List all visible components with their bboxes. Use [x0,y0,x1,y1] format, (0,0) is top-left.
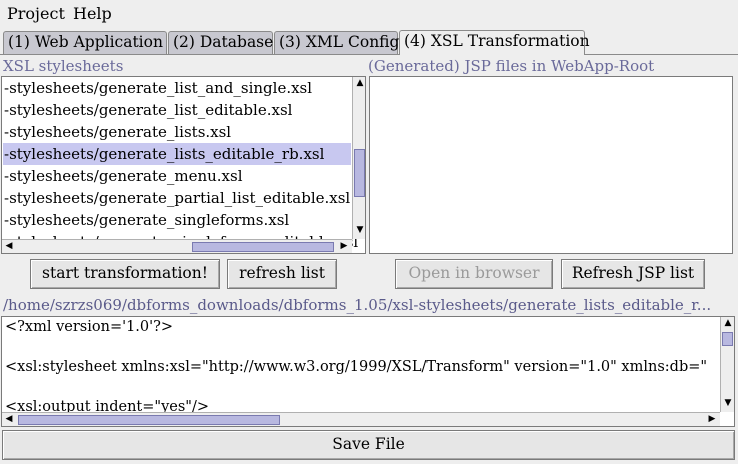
xsl-editor[interactable]: <?xml version='1.0'?> <xsl:stylesheet xm… [1,316,735,427]
tab-xsl-transformation[interactable]: (4) XSL Transformation [399,30,590,55]
scroll-up-icon[interactable]: ▲ [353,77,365,91]
scroll-left-icon[interactable]: ◀ [2,240,16,253]
stylesheets-hscrollbar[interactable]: ◀ ▶ [2,239,352,253]
tab-xml-config[interactable]: (3) XML Config [274,31,399,54]
open-in-browser-button[interactable]: Open in browser [395,259,553,289]
start-transformation-button[interactable]: start transformation! [30,259,220,289]
list-item[interactable]: -stylesheets/generate_lists.xsl [4,121,231,143]
jsp-files-label: (Generated) JSP files in WebApp-Root [368,57,655,75]
refresh-jsp-list-button[interactable]: Refresh JSP list [561,259,705,289]
file-path-label: /home/szrzs069/dbforms_downloads/dbforms… [3,296,712,314]
jsp-files-list[interactable] [369,76,733,254]
menubar: Project Help [0,0,738,26]
stylesheets-vscrollbar[interactable]: ▲ ▼ [352,77,365,239]
stylesheets-list[interactable]: -stylesheets/generate_list_and_single.xs… [1,76,366,254]
list-item[interactable]: -stylesheets/generate_singleforms.xsl [4,209,289,231]
refresh-list-button[interactable]: refresh list [227,259,337,289]
scroll-left-icon[interactable]: ◀ [2,413,16,426]
editor-hscrollbar[interactable]: ◀ ▶ [2,412,720,426]
save-file-button[interactable]: Save File [2,430,735,460]
menu-help[interactable]: Help [73,4,112,23]
hscroll-thumb[interactable] [18,415,280,425]
scroll-down-icon[interactable]: ▼ [721,397,734,411]
stylesheets-label: XSL stylesheets [3,57,124,75]
scroll-up-icon[interactable]: ▲ [721,317,734,331]
tab-divider-right [585,54,738,55]
menu-project[interactable]: Project [7,4,65,23]
scroll-down-icon[interactable]: ▼ [353,224,365,238]
code-line: <?xml version='1.0'?> [5,319,174,335]
vscroll-thumb[interactable] [722,332,733,346]
list-item[interactable]: -stylesheets/generate_partial_list_edita… [4,187,350,209]
hscroll-thumb[interactable] [192,242,334,252]
code-line: <xsl:stylesheet xmlns:xsl="http://www.w3… [5,359,708,375]
list-item-selected[interactable]: -stylesheets/generate_lists_editable_rb.… [3,143,351,165]
list-item[interactable]: -stylesheets/generate_menu.xsl [4,165,243,187]
tab-web-application[interactable]: (1) Web Application [3,31,167,54]
scroll-right-icon[interactable]: ▶ [337,240,351,253]
list-item[interactable]: -stylesheets/generate_list_and_single.xs… [4,77,312,99]
tab-divider [0,54,399,55]
editor-vscrollbar[interactable]: ▲ ▼ [720,317,734,412]
vscroll-thumb[interactable] [354,149,365,197]
scroll-right-icon[interactable]: ▶ [705,413,719,426]
tab-database[interactable]: (2) Database [168,31,273,54]
list-item[interactable]: -stylesheets/generate_list_editable.xsl [4,99,292,121]
